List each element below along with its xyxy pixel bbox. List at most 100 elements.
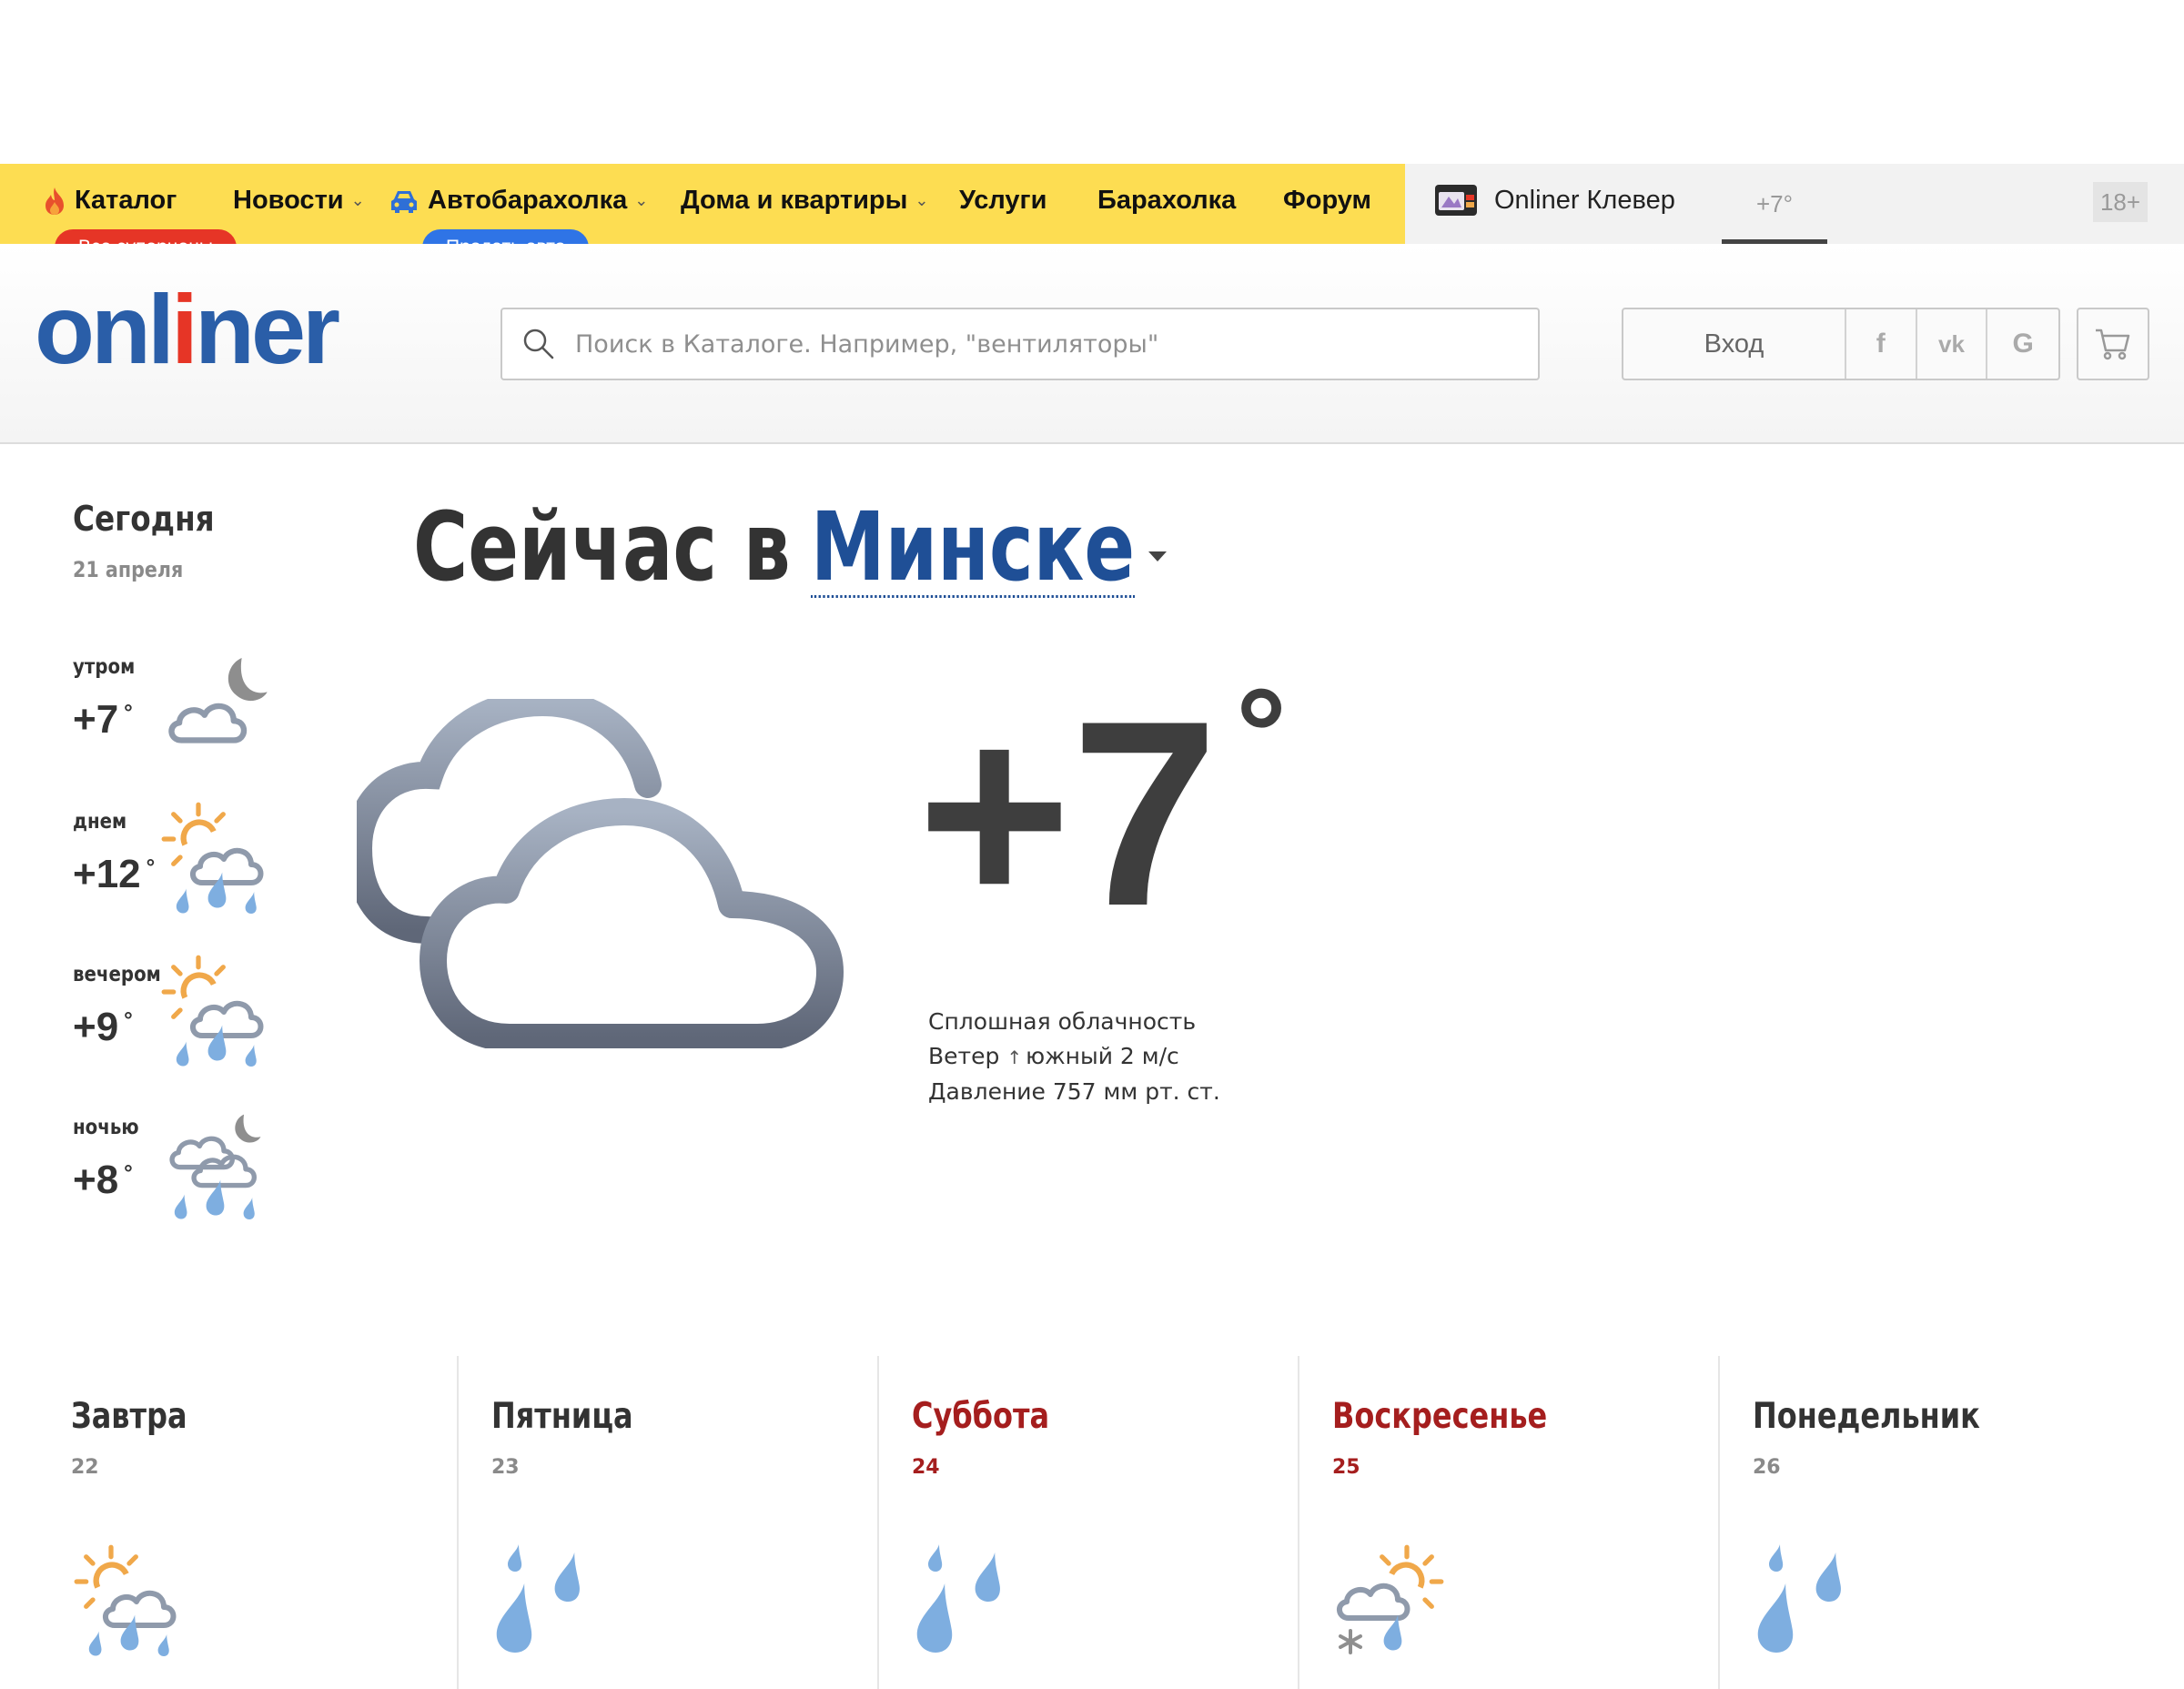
sun-cloud-rain-icon [71, 1543, 189, 1656]
part-temp: +12 ° [73, 852, 155, 897]
forecast-day[interactable]: Понедельник 26 [1718, 1356, 2138, 1689]
forecast-day-content: Понедельник 26 [1753, 1356, 2117, 1689]
nav-klever[interactable]: Onliner Клевер [1434, 184, 1675, 217]
today-day: днем +12 ° [73, 810, 282, 946]
pressure-text: Давление 757 мм рт. ст. [928, 1078, 1220, 1105]
search-icon [523, 329, 554, 359]
google-login-button[interactable]: G [1987, 309, 2058, 379]
part-label: утром [73, 655, 136, 679]
nav-klever-label: Onliner Клевер [1494, 185, 1675, 215]
degree-sign: ° [124, 1161, 133, 1186]
nav-baraholka[interactable]: Барахолка [1097, 186, 1236, 216]
degree-sign: ° [124, 701, 133, 725]
night-cloud-rain-icon [160, 1114, 261, 1219]
klever-card-icon [1435, 185, 1477, 216]
night-cloudy-icon [160, 658, 268, 755]
forecast-date: 24 [912, 1456, 940, 1479]
chevron-down-icon: ⌄ [634, 191, 649, 209]
wind-arrow-icon: ↑ [1006, 1047, 1023, 1068]
nav-realty-label: Дома и квартиры [681, 186, 908, 215]
rain-drops-icon [916, 1544, 1000, 1653]
chevron-down-icon: ⌄ [915, 191, 929, 209]
forecast-day[interactable]: Суббота 24 [877, 1356, 1298, 1689]
current-temperature: +7 ° [917, 670, 1287, 946]
forecast-day-name: Воскресенье [1332, 1396, 1548, 1437]
logo-part-accent: i [170, 274, 198, 384]
now-title: Сейчас в Минске [413, 491, 1136, 602]
degree-sign: ° [146, 855, 156, 880]
part-temp: +7 ° [73, 697, 133, 743]
forecast-day-content: Суббота 24 [912, 1356, 1276, 1689]
logo-part: onl [35, 274, 175, 384]
today-night: ночью +8 ° [73, 1114, 282, 1252]
today-date: 21 апреля [73, 557, 184, 582]
nav-services[interactable]: Услуги [959, 186, 1046, 216]
nav-catalog[interactable]: Каталог [44, 186, 177, 216]
forecast-day-content: Пятница 23 [491, 1356, 855, 1689]
wind-value: южный 2 м/с [1026, 1043, 1179, 1069]
wind-row: Ветер ↑ южный 2 м/с [928, 1039, 1220, 1075]
forecast-day[interactable]: Завтра 22 [71, 1356, 491, 1689]
wind-label: Ветер [928, 1043, 1000, 1069]
forecast-date: 23 [491, 1456, 520, 1479]
rain-drops-icon [1757, 1544, 1841, 1653]
today-evening: вечером +9 ° [73, 963, 282, 1099]
overcast-clouds-icon [357, 699, 844, 1048]
nav-weather-temp[interactable]: +7° [1722, 164, 1827, 244]
google-icon: G [2012, 329, 2034, 359]
login-button[interactable]: Вход [1623, 309, 1846, 379]
part-temp-value: +8 [73, 1158, 119, 1202]
facebook-icon: f [1876, 329, 1886, 359]
forecast-day-content: Воскресенье 25 [1332, 1356, 1696, 1689]
nav-auto-label: Автобарахолка [428, 186, 628, 215]
forecast-day-name: Пятница [491, 1396, 633, 1437]
fire-icon [46, 187, 64, 215]
current-temp-value: +7 [917, 666, 1218, 961]
nav-services-label: Услуги [959, 186, 1047, 215]
part-label: вечером [73, 963, 161, 986]
chevron-down-icon[interactable] [1148, 551, 1167, 562]
onliner-logo[interactable]: onliner [35, 280, 340, 379]
forecast-date: 25 [1332, 1456, 1360, 1479]
part-temp: +8 ° [73, 1158, 133, 1203]
auth-block: Вход f vk G [1622, 308, 2060, 380]
nav-realty[interactable]: Дома и квартиры ⌄ [681, 186, 929, 216]
nav-auto[interactable]: Автобарахолка ⌄ [389, 186, 648, 216]
top-navigation: Каталог Новости ⌄ Автобарахолка ⌄ Дома и… [0, 164, 2184, 244]
column-divider [457, 1356, 459, 1689]
condition-text: Сплошная облачность [928, 1008, 1197, 1035]
sun-cloud-snow-rain-icon [1332, 1543, 1451, 1654]
catalog-search [500, 308, 1540, 380]
age-rating-badge: 18+ [2093, 182, 2148, 222]
part-label: ночью [73, 1116, 139, 1139]
now-title-prefix: Сейчас в [413, 491, 791, 602]
column-divider [877, 1356, 879, 1689]
column-divider [1718, 1356, 1720, 1689]
degree-sign: ° [124, 1008, 133, 1033]
today-title: Сегодня [73, 499, 215, 539]
nav-catalog-label: Каталог [75, 186, 177, 215]
cart-icon [2096, 329, 2130, 360]
forecast-date: 26 [1753, 1456, 1781, 1479]
site-header: onliner Вход f vk G [0, 244, 2184, 444]
part-temp: +9 ° [73, 1005, 133, 1050]
search-input[interactable] [575, 329, 1522, 359]
car-icon [391, 190, 417, 213]
forecast-day-name: Понедельник [1753, 1396, 1980, 1437]
forecast-day[interactable]: Воскресенье 25 [1298, 1356, 1718, 1689]
city-selector[interactable]: Минске [810, 499, 1136, 599]
nav-news-label: Новости [233, 186, 344, 215]
sun-cloud-rain-icon [160, 954, 275, 1067]
forecast-day-name: Завтра [71, 1396, 187, 1437]
forecast-day-name: Суббота [912, 1396, 1050, 1437]
forecast-date: 22 [71, 1456, 99, 1479]
vk-login-button[interactable]: vk [1917, 309, 1988, 379]
nav-forum[interactable]: Форум [1283, 186, 1371, 216]
facebook-login-button[interactable]: f [1846, 309, 1917, 379]
degree-sign: ° [1236, 662, 1287, 804]
part-temp-value: +12 [73, 852, 141, 896]
part-label: днем [73, 810, 127, 834]
cart-button[interactable] [2077, 308, 2149, 380]
forecast-day[interactable]: Пятница 23 [457, 1356, 877, 1689]
nav-news[interactable]: Новости ⌄ [233, 186, 365, 216]
